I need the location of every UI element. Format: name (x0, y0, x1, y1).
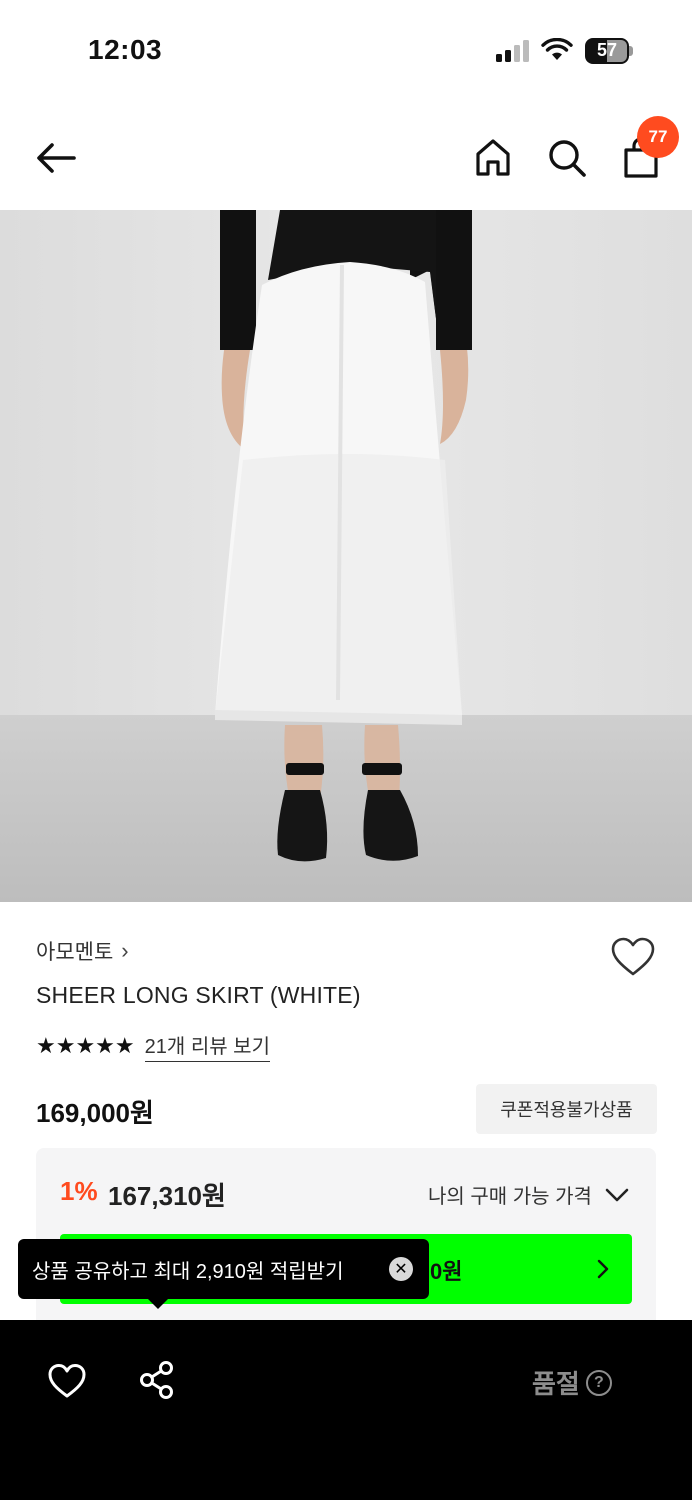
chevron-right-icon (597, 1259, 609, 1279)
soldout-label: 품절 (532, 1369, 580, 1399)
close-icon[interactable]: ✕ (389, 1257, 413, 1281)
product-title: SHEER LONG SKIRT (WHITE) (36, 982, 361, 1008)
brand-name: 아모멘토 (36, 941, 114, 964)
cellular-signal-icon (496, 40, 529, 62)
help-icon[interactable]: ? (585, 1369, 612, 1396)
share-icon[interactable] (138, 1360, 176, 1400)
chevron-right-icon: › (121, 938, 129, 963)
status-time: 12:03 (88, 34, 163, 65)
rating-row: ★★★★★ 21개 리뷰 보기 (36, 1030, 270, 1062)
cart-count-badge: 77 (637, 116, 679, 158)
home-icon[interactable] (472, 136, 514, 180)
discount-rate: 1% (60, 1176, 98, 1206)
product-image[interactable] (0, 210, 692, 902)
heart-icon[interactable] (47, 1362, 87, 1400)
top-navigation: 77 (0, 110, 692, 206)
star-rating-icon: ★★★★★ (36, 1033, 135, 1059)
brand-link[interactable]: 아모멘토 › (36, 936, 129, 966)
tooltip-tail (148, 1299, 168, 1309)
chevron-down-icon (605, 1188, 629, 1201)
my-price-label: 나의 구매 가능 가격 (428, 1186, 592, 1208)
tooltip-text: 상품 공유하고 최대 2,910원 적립받기 (32, 1260, 344, 1283)
original-price: 169,000원 (36, 1098, 154, 1128)
review-link[interactable]: 21개 리뷰 보기 (144, 1030, 270, 1062)
bottom-action-bar: 품절 ? (0, 1320, 692, 1500)
battery-level: 57 (596, 40, 618, 60)
heart-icon[interactable] (610, 935, 656, 979)
arrow-left-icon[interactable] (30, 136, 82, 180)
share-reward-tooltip: 상품 공유하고 최대 2,910원 적립받기 ✕ (18, 1239, 429, 1309)
status-bar: 12:03 57 (0, 0, 692, 100)
battery-icon: 57 (585, 38, 633, 64)
soldout-status: 품절 ? (532, 1364, 612, 1401)
search-icon[interactable] (546, 136, 588, 180)
final-price: 167,310원 (108, 1181, 226, 1211)
my-price-toggle[interactable]: 나의 구매 가능 가격 (428, 1180, 630, 1209)
wifi-icon (541, 38, 573, 60)
coupon-unavailable-badge: 쿠폰적용불가상품 (476, 1084, 657, 1134)
benefit-button-text: 0원 (430, 1259, 463, 1284)
